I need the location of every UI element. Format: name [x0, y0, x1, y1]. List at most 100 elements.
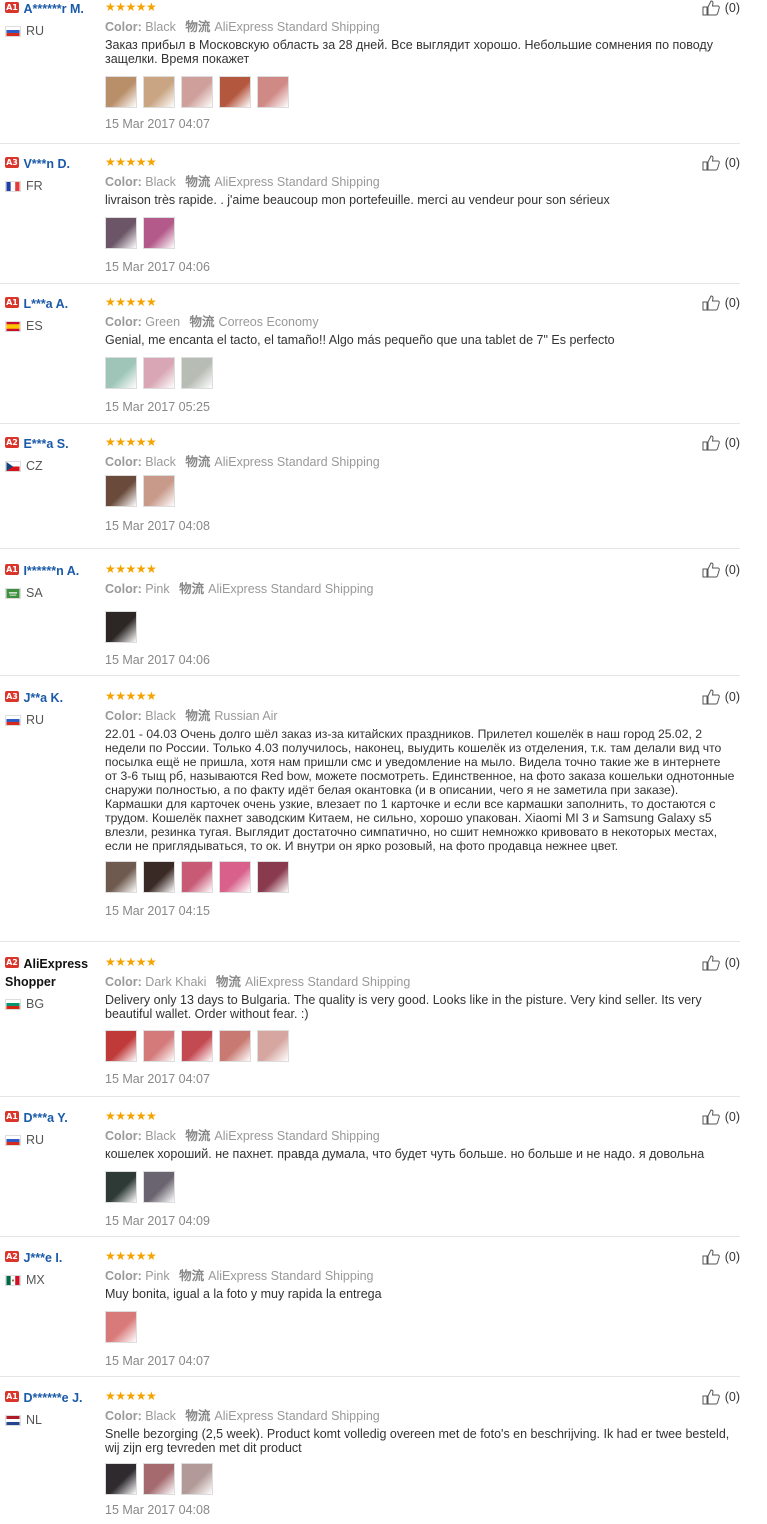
- shipping-value: Correos Economy: [218, 315, 319, 329]
- review-photos: [105, 1171, 730, 1205]
- review-content: ★★★★★ Color: Black 物流 AliExpress Standard…: [105, 1109, 730, 1228]
- helpful-button[interactable]: (0): [702, 562, 740, 578]
- order-attributes: Color: Black 物流 AliExpress Standard Shipp…: [105, 1408, 730, 1424]
- reviewer-info: A1 A******r M. RU: [5, 0, 100, 38]
- reviewer-info: A3 J**a K. RU: [5, 689, 100, 727]
- buyer-level-badge: A3: [5, 157, 19, 168]
- review-photo-thumbnail[interactable]: [219, 76, 251, 108]
- review-photo-thumbnail[interactable]: [143, 1030, 175, 1062]
- shipping-label: 物流: [215, 975, 241, 989]
- color-label: Color:: [105, 1409, 142, 1423]
- review-photo-thumbnail[interactable]: [143, 1171, 175, 1203]
- flag-bg-icon: [5, 998, 21, 1010]
- review-photo-thumbnail[interactable]: [105, 76, 137, 108]
- review-photo-thumbnail[interactable]: [143, 475, 175, 507]
- review-photo-thumbnail[interactable]: [219, 861, 251, 893]
- buyer-level-badge: A2: [5, 437, 19, 448]
- reviewer-name[interactable]: L***a A.: [23, 297, 68, 311]
- review-photos: [105, 76, 730, 110]
- reviewer-info: A1 L***a A. ES: [5, 295, 100, 333]
- order-attributes: Color: Black 物流 AliExpress Standard Shipp…: [105, 1128, 730, 1144]
- helpful-count: (0): [724, 1, 740, 15]
- review-photo-thumbnail[interactable]: [105, 611, 137, 643]
- reviewer-country: BG: [5, 997, 100, 1011]
- review-photo-thumbnail[interactable]: [105, 357, 137, 389]
- review-content: ★★★★★ Color: Pink 物流 AliExpress Standard …: [105, 562, 730, 667]
- review-photo-thumbnail[interactable]: [143, 217, 175, 249]
- country-code: RU: [26, 24, 45, 38]
- review-photo-thumbnail[interactable]: [105, 1311, 137, 1343]
- order-attributes: Color: Black 物流 AliExpress Standard Shipp…: [105, 174, 730, 190]
- review-date: 15 Mar 2017 04:07: [105, 1072, 210, 1086]
- review-photo-thumbnail[interactable]: [257, 76, 289, 108]
- review-date: 15 Mar 2017 04:08: [105, 1503, 210, 1517]
- helpful-button[interactable]: (0): [702, 1249, 740, 1265]
- helpful-button[interactable]: (0): [702, 689, 740, 705]
- review-photo-thumbnail[interactable]: [105, 861, 137, 893]
- helpful-button[interactable]: (0): [702, 0, 740, 16]
- review-photo-thumbnail[interactable]: [181, 357, 213, 389]
- review-photo-thumbnail[interactable]: [257, 1030, 289, 1062]
- reviewer-name[interactable]: I******n A.: [23, 564, 79, 578]
- country-code: ES: [26, 319, 43, 333]
- review-date: 15 Mar 2017 04:09: [105, 1214, 210, 1228]
- reviewer-name[interactable]: J**a K.: [23, 691, 63, 705]
- review-photo-thumbnail[interactable]: [143, 76, 175, 108]
- review-content: ★★★★★ Color: Black 物流 AliExpress Standard…: [105, 1389, 730, 1517]
- review-item: A1 D***a Y. RU ★★★★★ Color: Black 物流 AliE…: [0, 1109, 740, 1237]
- reviewer-country: RU: [5, 24, 100, 38]
- reviewer-name[interactable]: V***n D.: [23, 157, 70, 171]
- helpful-button[interactable]: (0): [702, 955, 740, 971]
- shipping-value: Russian Air: [214, 709, 278, 723]
- thumbs-up-icon: [702, 155, 720, 171]
- review-photo-thumbnail[interactable]: [105, 217, 137, 249]
- flag-es-icon: [5, 320, 21, 332]
- reviewer-name[interactable]: E***a S.: [23, 437, 68, 451]
- review-photos: [105, 861, 730, 895]
- color-label: Color:: [105, 709, 142, 723]
- review-item: A1 L***a A. ES ★★★★★ Color: Green 物流 Corr…: [0, 295, 740, 424]
- rating-stars: ★★★★★: [105, 689, 157, 703]
- reviewer-info: A3 V***n D. FR: [5, 155, 100, 193]
- review-item: A1 A******r M. RU ★★★★★ Color: Black 物流 A…: [0, 0, 740, 144]
- review-photo-thumbnail[interactable]: [143, 357, 175, 389]
- color-label: Color:: [105, 975, 142, 989]
- helpful-button[interactable]: (0): [702, 295, 740, 311]
- color-label: Color:: [105, 20, 142, 34]
- rating-stars: ★★★★★: [105, 155, 157, 169]
- review-photo-thumbnail[interactable]: [143, 861, 175, 893]
- review-photo-thumbnail[interactable]: [143, 1463, 175, 1495]
- color-value: Green: [145, 315, 181, 329]
- reviewer-name[interactable]: J***e I.: [23, 1251, 62, 1265]
- shipping-label: 物流: [185, 1129, 211, 1143]
- helpful-count: (0): [724, 1390, 740, 1404]
- thumbs-up-icon: [702, 295, 720, 311]
- review-photos: [105, 217, 730, 251]
- reviewer-name[interactable]: D***a Y.: [23, 1111, 67, 1125]
- review-photo-thumbnail[interactable]: [105, 1171, 137, 1203]
- country-code: CZ: [26, 459, 43, 473]
- review-item: A1 I******n A. SA ★★★★★ Color: Pink 物流 Al…: [0, 562, 740, 676]
- review-photo-thumbnail[interactable]: [105, 475, 137, 507]
- helpful-button[interactable]: (0): [702, 155, 740, 171]
- review-photo-thumbnail[interactable]: [105, 1030, 137, 1062]
- review-photo-thumbnail[interactable]: [181, 76, 213, 108]
- helpful-button[interactable]: (0): [702, 435, 740, 451]
- review-photo-thumbnail[interactable]: [219, 1030, 251, 1062]
- review-date: 15 Mar 2017 04:07: [105, 1354, 210, 1368]
- order-attributes: Color: Green 物流 Correos Economy: [105, 314, 730, 330]
- review-photo-thumbnail[interactable]: [257, 861, 289, 893]
- review-photo-thumbnail[interactable]: [181, 861, 213, 893]
- review-photo-thumbnail[interactable]: [105, 1463, 137, 1495]
- reviewer-country: RU: [5, 713, 100, 727]
- shipping-value: AliExpress Standard Shipping: [214, 1409, 380, 1423]
- reviewer-name[interactable]: D******e J.: [23, 1391, 82, 1405]
- thumbs-up-icon: [702, 689, 720, 705]
- shipping-label: 物流: [185, 175, 211, 189]
- helpful-count: (0): [724, 690, 740, 704]
- review-photo-thumbnail[interactable]: [181, 1463, 213, 1495]
- helpful-button[interactable]: (0): [702, 1109, 740, 1125]
- review-photo-thumbnail[interactable]: [181, 1030, 213, 1062]
- reviewer-name[interactable]: A******r M.: [23, 2, 83, 16]
- helpful-button[interactable]: (0): [702, 1389, 740, 1405]
